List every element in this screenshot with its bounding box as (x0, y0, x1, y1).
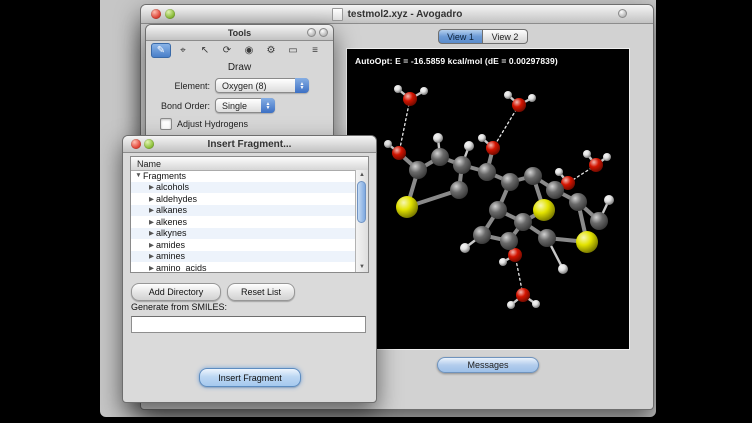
tools-toolbar: ✎ ⌖ ↖ ⟳ ◉ ⚙ ▭ ≡ (151, 43, 325, 58)
tree-item-label: alkenes (156, 217, 187, 227)
tree-item-aldehydes[interactable]: ▶aldehydes (131, 193, 355, 205)
document-icon (332, 8, 343, 21)
reset-list-label: Reset List (241, 287, 281, 297)
disclosure-triangle-icon[interactable]: ▶ (147, 241, 156, 249)
bond-centric-tool-icon: ◉ (245, 45, 254, 56)
view-tabbar: View 1 View 2 (438, 29, 528, 44)
measure-tool-button[interactable]: ▭ (283, 43, 303, 58)
molecule-viewport[interactable]: AutoOpt: E = -16.5859 kcal/mol (dE = 0.0… (346, 48, 630, 350)
measure-tool-icon: ▭ (288, 45, 297, 56)
element-dropdown-value: Oxygen (8) (222, 81, 267, 91)
tree-item-fragments[interactable]: ▼Fragments (131, 170, 355, 182)
autoopt-status-text: AutoOpt: E = -16.5859 kcal/mol (dE = 0.0… (355, 56, 558, 66)
toolbar-toggle-button[interactable] (618, 9, 627, 18)
tree-item-amides[interactable]: ▶amides (131, 239, 355, 251)
insert-fragment-window: Insert Fragment... Name ▼Fragments▶alcoh… (122, 135, 377, 403)
select-tool-icon: ↖ (201, 45, 209, 56)
scroll-down-icon[interactable]: ▼ (356, 262, 368, 272)
tree-item-label: Fragments (143, 171, 186, 181)
minimize-button[interactable] (144, 139, 154, 149)
disclosure-triangle-icon[interactable]: ▶ (147, 252, 156, 260)
list-header-name[interactable]: Name (131, 157, 368, 171)
dropdown-arrows-icon: ▲▼ (261, 98, 275, 113)
tree-item-label: amines (156, 251, 185, 261)
tree-item-alkenes[interactable]: ▶alkenes (131, 216, 355, 228)
align-tool-button[interactable]: ≡ (305, 43, 325, 58)
disclosure-triangle-icon[interactable]: ▶ (147, 183, 156, 191)
disclosure-triangle-icon[interactable]: ▶ (147, 264, 156, 272)
smiles-input[interactable] (131, 316, 366, 333)
bond-order-label: Bond Order: (146, 101, 210, 111)
tree-item-alcohols[interactable]: ▶alcohols (131, 182, 355, 194)
add-directory-label: Add Directory (149, 287, 204, 297)
main-window-titlebar[interactable]: testmol2.xyz - Avogadro (141, 5, 653, 24)
disclosure-triangle-icon[interactable]: ▶ (147, 206, 156, 214)
active-tool-label: Draw (146, 62, 333, 73)
scrollbar-thumb[interactable] (357, 181, 366, 223)
tree-item-amino_acids[interactable]: ▶amino_acids (131, 262, 355, 273)
disclosure-triangle-icon[interactable]: ▶ (147, 195, 156, 203)
window-title: testmol2.xyz - Avogadro (348, 9, 463, 20)
select-tool-button[interactable]: ↖ (195, 43, 215, 58)
smiles-label: Generate from SMILES: (131, 302, 227, 312)
fragment-listbox: Name ▼Fragments▶alcohols▶aldehydes▶alkan… (130, 156, 369, 273)
tree-item-label: alkynes (156, 228, 187, 238)
bond-order-dropdown-value: Single (222, 101, 247, 111)
adjust-hydrogens-label: Adjust Hydrogens (177, 119, 248, 129)
list-scrollbar[interactable]: ▲ ▼ (355, 170, 368, 272)
close-button[interactable] (151, 9, 161, 19)
tree-item-label: alcohols (156, 182, 189, 192)
insert-fragment-label: Insert Fragment (218, 373, 282, 383)
auto-rotate-tool-icon: ⟳ (223, 45, 231, 56)
fragment-window-title: Insert Fragment... (208, 139, 292, 150)
element-dropdown[interactable]: Oxygen (8) ▲▼ (215, 78, 309, 93)
fragment-window-titlebar[interactable]: Insert Fragment... (123, 136, 376, 153)
tools-window-button-2[interactable] (319, 28, 328, 37)
auto-rotate-tool-button[interactable]: ⟳ (217, 43, 237, 58)
molecule-render (347, 49, 629, 349)
auto-optimize-tool-button[interactable]: ⚙ (261, 43, 281, 58)
align-tool-icon: ≡ (312, 45, 318, 56)
dropdown-arrows-icon: ▲▼ (295, 78, 309, 93)
draw-tool-button[interactable]: ✎ (151, 43, 171, 58)
tree-item-label: amides (156, 240, 185, 250)
draw-tool-icon: ✎ (157, 45, 165, 56)
tools-window-button-1[interactable] (307, 28, 316, 37)
minimize-button[interactable] (165, 9, 175, 19)
tab-view-1[interactable]: View 1 (438, 29, 483, 44)
disclosure-triangle-icon[interactable]: ▼ (134, 172, 143, 179)
navigate-tool-button[interactable]: ⌖ (173, 43, 193, 58)
bond-order-dropdown[interactable]: Single ▲▼ (215, 98, 275, 113)
insert-fragment-button[interactable]: Insert Fragment (199, 368, 301, 387)
tools-window-titlebar[interactable]: Tools (146, 25, 333, 41)
tree-item-label: aldehydes (156, 194, 197, 204)
tree-item-label: alkanes (156, 205, 187, 215)
tab-view-1-label: View 1 (447, 32, 474, 42)
scroll-up-icon[interactable]: ▲ (356, 170, 368, 180)
tree-item-label: amino_acids (156, 263, 207, 273)
messages-button-label: Messages (467, 360, 508, 370)
element-label: Element: (146, 81, 210, 91)
fragment-list: ▼Fragments▶alcohols▶aldehydes▶alkanes▶al… (131, 170, 355, 272)
reset-list-button[interactable]: Reset List (227, 283, 295, 301)
disclosure-triangle-icon[interactable]: ▶ (147, 229, 156, 237)
tree-item-alkanes[interactable]: ▶alkanes (131, 205, 355, 217)
navigate-tool-icon: ⌖ (180, 45, 186, 56)
adjust-hydrogens-checkbox[interactable] (160, 118, 172, 130)
tree-item-alkynes[interactable]: ▶alkynes (131, 228, 355, 240)
tree-item-amines[interactable]: ▶amines (131, 251, 355, 263)
add-directory-button[interactable]: Add Directory (131, 283, 221, 301)
tab-view-2[interactable]: View 2 (483, 29, 528, 44)
screen: testmol2.xyz - Avogadro View 1 View 2 Au… (0, 0, 752, 423)
messages-button[interactable]: Messages (437, 357, 539, 373)
tools-window-title: Tools (228, 28, 251, 38)
close-button[interactable] (131, 139, 141, 149)
disclosure-triangle-icon[interactable]: ▶ (147, 218, 156, 226)
tools-window: Tools ✎ ⌖ ↖ ⟳ ◉ ⚙ ▭ ≡ Draw Element: Oxygen (8) … (145, 24, 334, 140)
auto-optimize-tool-icon: ⚙ (267, 45, 276, 56)
bond-centric-tool-button[interactable]: ◉ (239, 43, 259, 58)
tab-view-2-label: View 2 (492, 32, 519, 42)
